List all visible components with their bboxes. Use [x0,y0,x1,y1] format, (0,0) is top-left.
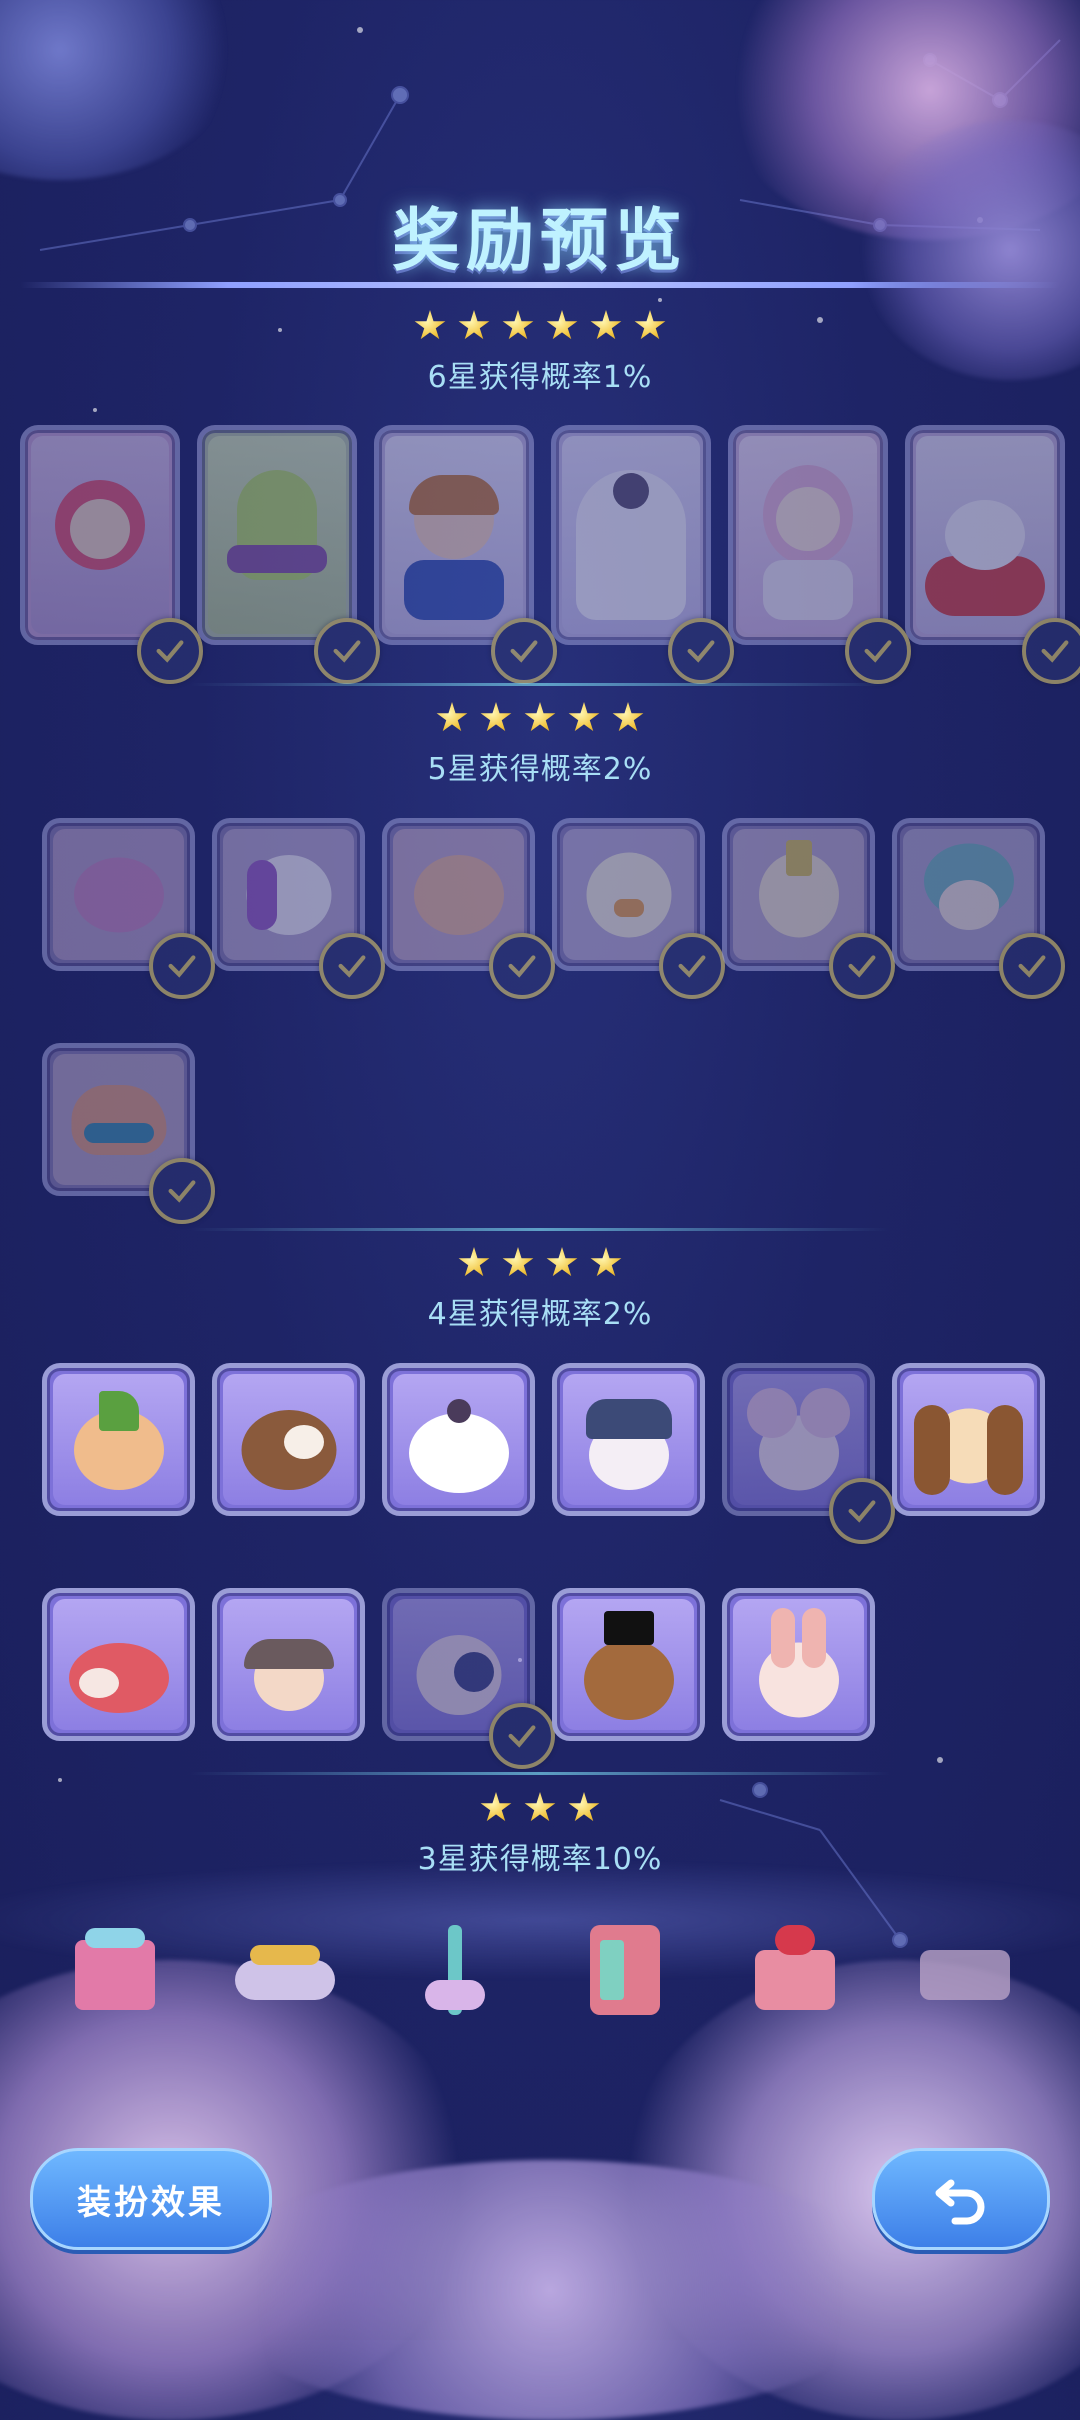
costume-effect-button[interactable]: 装扮效果 [30,2148,272,2250]
owned-check-icon [999,933,1065,999]
candy-house-furniture-icon[interactable] [60,1920,170,2016]
reward-card[interactable] [551,425,734,684]
tier-3-probability: 3星获得概率10% [417,1842,663,1877]
wardrobe-furniture-icon[interactable] [570,1920,680,2016]
tier-3-furniture-row [0,1920,1080,2020]
star-icon [612,702,644,732]
drop-tower-furniture-icon[interactable] [400,1920,510,2016]
star-icon [414,310,446,340]
back-button[interactable] [872,2148,1050,2250]
star-icon [502,310,534,340]
page-title: 奖励预览 [391,202,688,281]
reward-card[interactable] [42,1043,215,1224]
star-icon [458,310,490,340]
tier-6-header: 6星获得概率1% [0,310,1080,396]
back-arrow-icon [929,2163,993,2236]
owned-check-icon [845,618,911,684]
tier-3-header: 3星获得概率10% [0,1792,1080,1878]
antler-girl-icon [223,1599,354,1730]
tier-3-stars [0,1792,1080,1824]
reward-card[interactable] [722,1588,875,1741]
star-icon [524,702,556,732]
tier-4-header: 4星获得概率2% [0,1247,1080,1333]
strawberry-shop-furniture-icon[interactable] [740,1920,850,2016]
star-icon [524,1792,556,1822]
tier-6-probability: 6星获得概率1% [427,360,653,395]
owned-check-icon [659,933,725,999]
owned-check-icon [149,1158,215,1224]
tier-5-probability: 5星获得概率2% [427,752,653,787]
tier-5-header: 5星获得概率2% [0,702,1080,788]
pink-hair-girl-character-icon [739,436,877,634]
owned-check-icon [829,933,895,999]
reward-card[interactable] [905,425,1080,684]
reward-card[interactable] [382,1588,555,1769]
star-icon [590,1247,622,1277]
red-fox-icon [53,1599,184,1730]
star-icon [480,702,512,732]
white-puppy-icon [393,1374,524,1505]
reward-card[interactable] [374,425,557,684]
reward-card[interactable] [552,1363,705,1516]
tier-6-stars [0,310,1080,342]
clown-bunny-icon [733,1599,864,1730]
star-icon [568,702,600,732]
reward-card[interactable] [722,818,895,999]
star-icon [590,310,622,340]
tier-4-probability: 4星获得概率2% [427,1297,653,1332]
top-hat-owl-icon [563,1599,694,1730]
elf-hat-deer-icon [53,1374,184,1505]
pink-bunny-hood-character-icon [31,436,169,634]
reward-card[interactable] [892,818,1065,999]
sheep-on-mushroom-character-icon [916,436,1054,634]
roller-coaster-furniture-icon[interactable] [230,1920,340,2016]
reward-card[interactable] [212,818,385,999]
star-icon [546,310,578,340]
reward-card[interactable] [42,1363,195,1516]
reward-card[interactable] [42,818,215,999]
owned-check-icon [1022,618,1080,684]
reward-card[interactable] [728,425,911,684]
tier-5-stars [0,702,1080,734]
boy-pajamas-character-icon [385,436,523,634]
tier-divider [190,1228,890,1231]
owned-check-icon [314,618,380,684]
aviator-goggles-character-icon [563,1374,694,1505]
reward-card[interactable] [212,1363,365,1516]
green-hood-scarf-character-icon [208,436,346,634]
star-icon [546,1247,578,1277]
reward-card[interactable] [552,818,725,999]
slide-furniture-icon[interactable] [910,1920,1020,2016]
tier-divider [190,1772,890,1775]
reward-card[interactable] [197,425,380,684]
white-ghost-character-icon [562,436,700,634]
reward-card[interactable] [722,1363,895,1544]
reward-card[interactable] [382,1363,535,1516]
tier-4-stars [0,1247,1080,1279]
reward-card[interactable] [20,425,203,684]
owned-check-icon [489,933,555,999]
reward-card[interactable] [552,1588,705,1741]
owned-check-icon [489,1703,555,1769]
owned-check-icon [149,933,215,999]
owned-check-icon [137,618,203,684]
star-icon [436,702,468,732]
star-icon [634,310,666,340]
lop-ear-bunny-icon [903,1374,1034,1505]
owned-check-icon [829,1478,895,1544]
reward-card[interactable] [382,818,555,999]
owned-check-icon [319,933,385,999]
brown-yak-icon [223,1374,354,1505]
star-icon [568,1792,600,1822]
owned-check-icon [491,618,557,684]
owned-check-icon [668,618,734,684]
reward-card[interactable] [892,1363,1045,1516]
title-underline [20,282,1060,288]
reward-card[interactable] [42,1588,195,1741]
tier-divider [190,683,890,686]
star-icon [480,1792,512,1822]
star-icon [458,1247,490,1277]
reward-card[interactable] [212,1588,365,1741]
star-icon [502,1247,534,1277]
